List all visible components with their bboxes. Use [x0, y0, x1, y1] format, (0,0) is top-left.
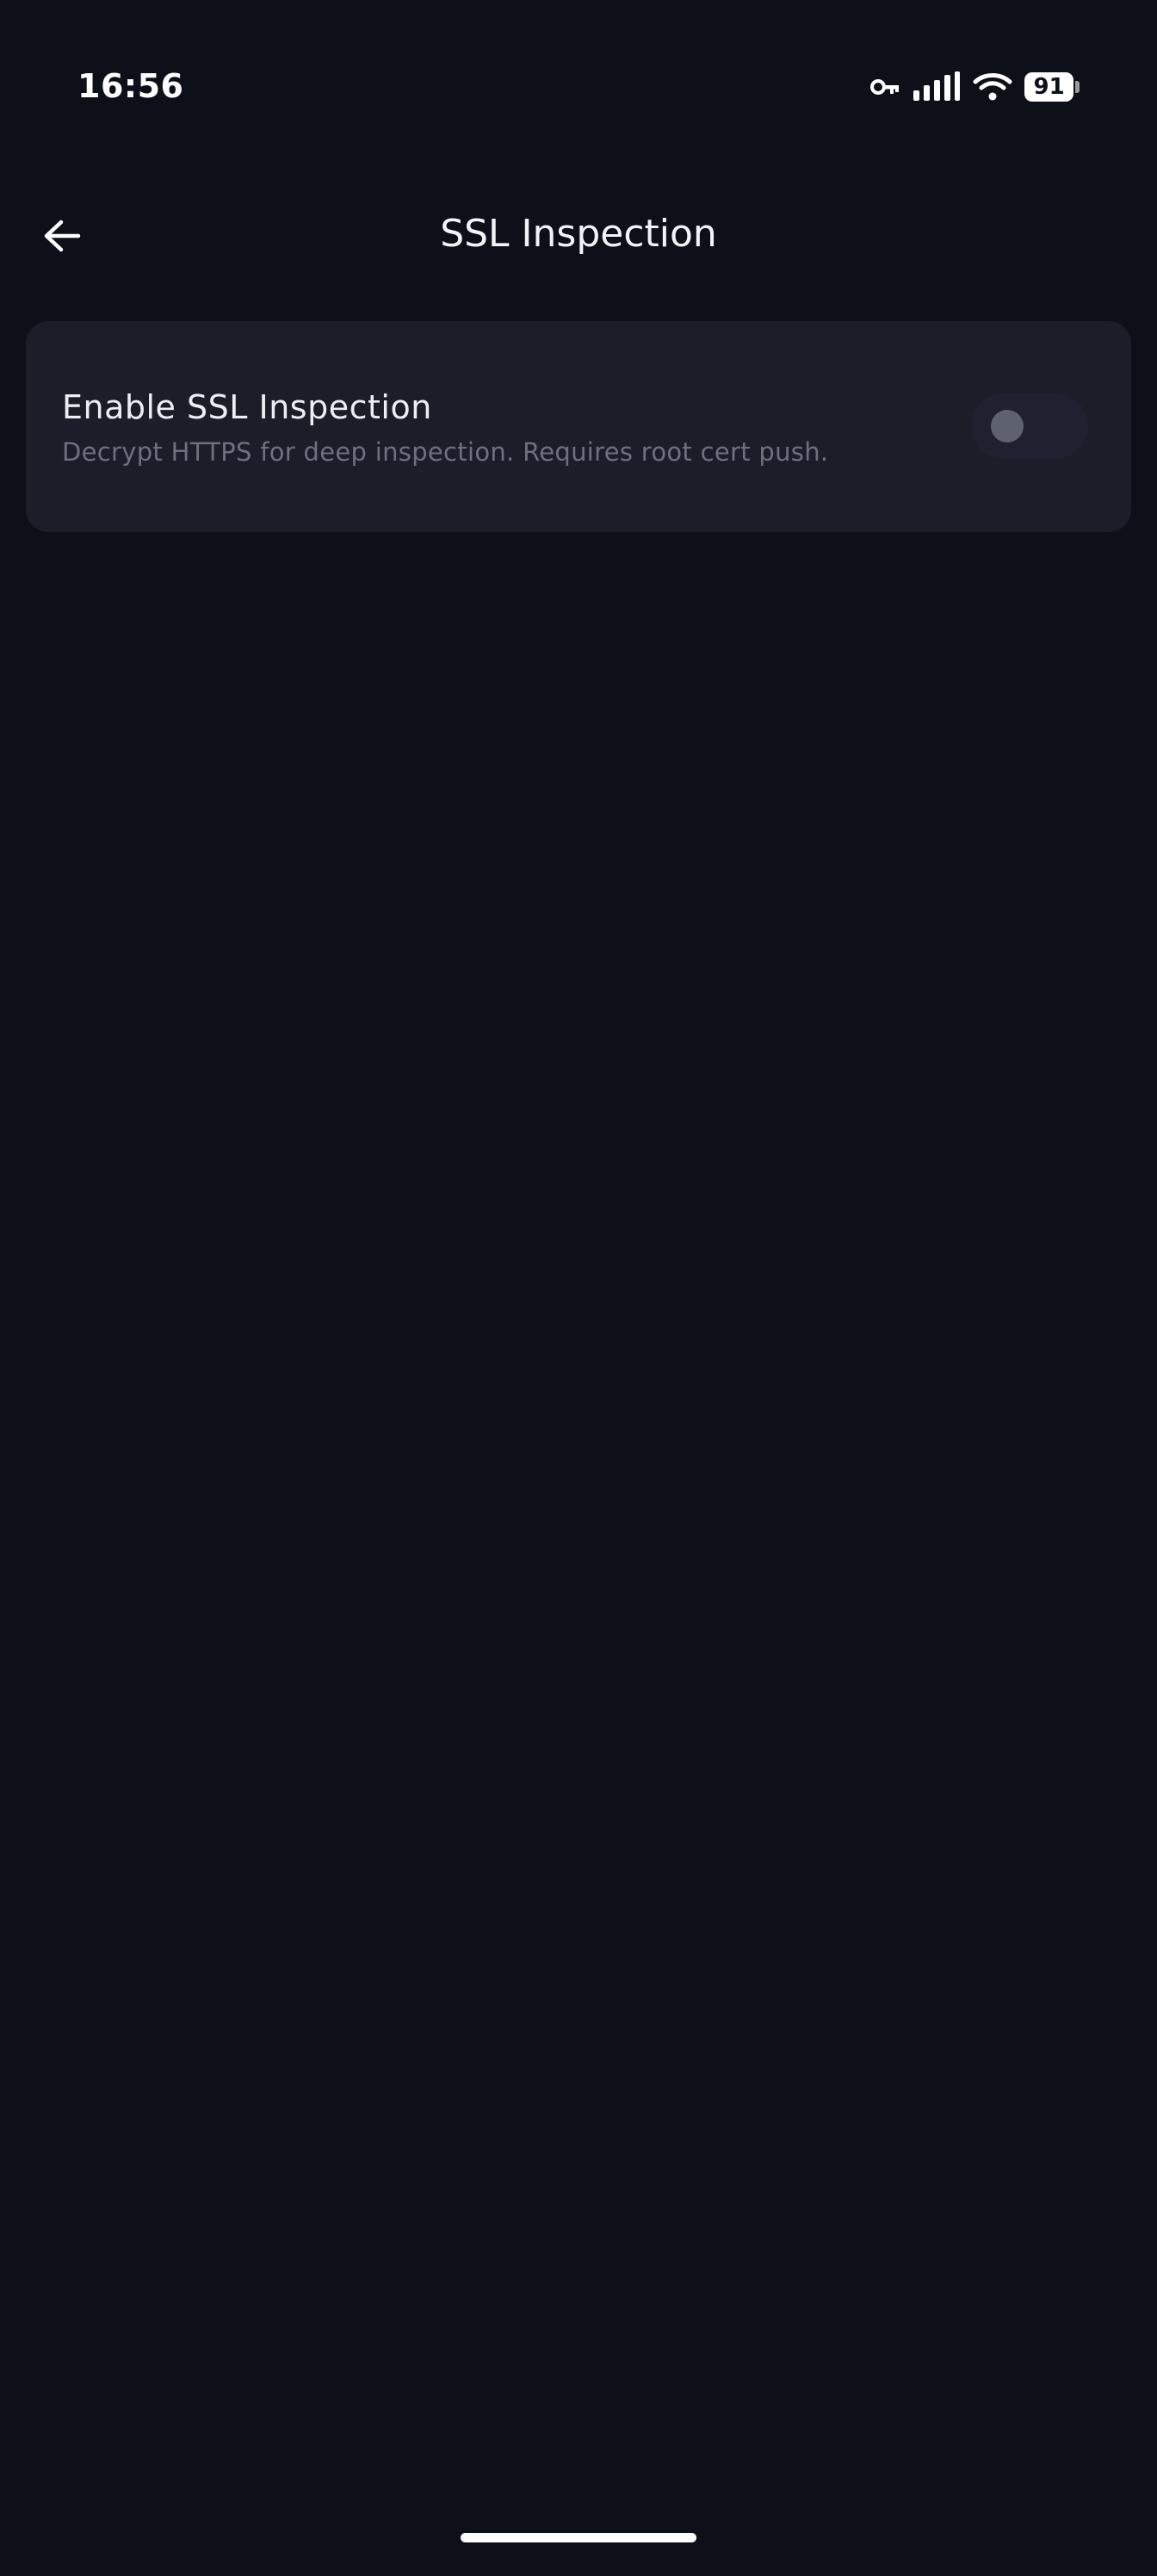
- app-bar: SSL Inspection: [0, 183, 1157, 286]
- battery-level: 91: [1024, 72, 1074, 102]
- status-bar: 16:56 91: [0, 0, 1157, 172]
- vpn-key-icon: [870, 79, 899, 95]
- ssl-inspection-card: Enable SSL Inspection Decrypt HTTPS for …: [26, 321, 1131, 532]
- wifi-icon: [973, 73, 1012, 101]
- battery-icon: 91: [1024, 72, 1080, 102]
- status-time: 16:56: [77, 67, 184, 105]
- home-indicator[interactable]: [461, 2533, 696, 2542]
- status-icons: 91: [869, 69, 1080, 105]
- signal-icon: [913, 71, 960, 101]
- setting-title: Enable SSL Inspection: [62, 388, 432, 426]
- toggle-thumb: [991, 410, 1024, 443]
- ssl-inspection-screen: 16:56 91 SSL Inspection Enable SSL Inspe…: [0, 0, 1157, 2576]
- page-title: SSL Inspection: [440, 212, 717, 256]
- ssl-inspection-toggle[interactable]: [971, 393, 1088, 459]
- battery-tip: [1075, 81, 1080, 93]
- setting-description: Decrypt HTTPS for deep inspection. Requi…: [62, 437, 829, 467]
